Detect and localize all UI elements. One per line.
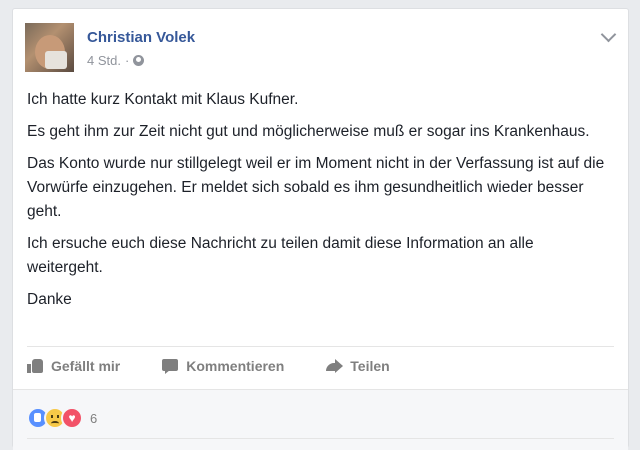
post-card: Christian Volek 4 Std. · Ich hatte kurz …	[12, 8, 629, 450]
share-label: Teilen	[350, 358, 390, 374]
timestamp[interactable]: 4 Std.	[87, 53, 121, 68]
avatar-cup	[45, 51, 67, 69]
comment-icon	[162, 358, 179, 374]
post-paragraph: Ich hatte kurz Kontakt mit Klaus Kufner.	[27, 91, 299, 108]
avatar[interactable]	[25, 23, 74, 72]
post-meta: 4 Std. ·	[87, 53, 145, 68]
comment-label: Kommentieren	[186, 358, 285, 374]
post-body: Ich hatte kurz Kontakt mit Klaus Kufner.…	[27, 88, 611, 320]
comment-button[interactable]: Kommentieren	[162, 358, 284, 374]
like-label: Gefällt mir	[51, 358, 121, 374]
action-bar: Gefällt mir Kommentieren Teilen	[27, 346, 614, 385]
reactions-bar: 6	[13, 389, 628, 450]
share-icon	[326, 358, 344, 374]
thumbs-up-icon	[27, 358, 43, 374]
love-reaction-icon	[61, 407, 83, 429]
reaction-summary[interactable]: 6	[27, 407, 97, 429]
divider	[27, 438, 614, 439]
reaction-count[interactable]: 6	[90, 411, 97, 426]
chevron-down-icon[interactable]	[600, 26, 617, 43]
globe-icon[interactable]	[133, 55, 145, 66]
post-paragraph: Ich ersuche euch diese Nachricht zu teil…	[27, 235, 534, 276]
share-button[interactable]: Teilen	[326, 358, 390, 374]
meta-separator: ·	[124, 53, 130, 68]
author-name[interactable]: Christian Volek	[87, 29, 195, 46]
post-paragraph: Es geht ihm zur Zeit nicht gut und mögli…	[27, 123, 590, 140]
like-button[interactable]: Gefällt mir	[27, 358, 120, 374]
post-paragraph: Danke	[27, 291, 72, 308]
post-paragraph: Das Konto wurde nur stillgelegt weil er …	[27, 155, 605, 220]
